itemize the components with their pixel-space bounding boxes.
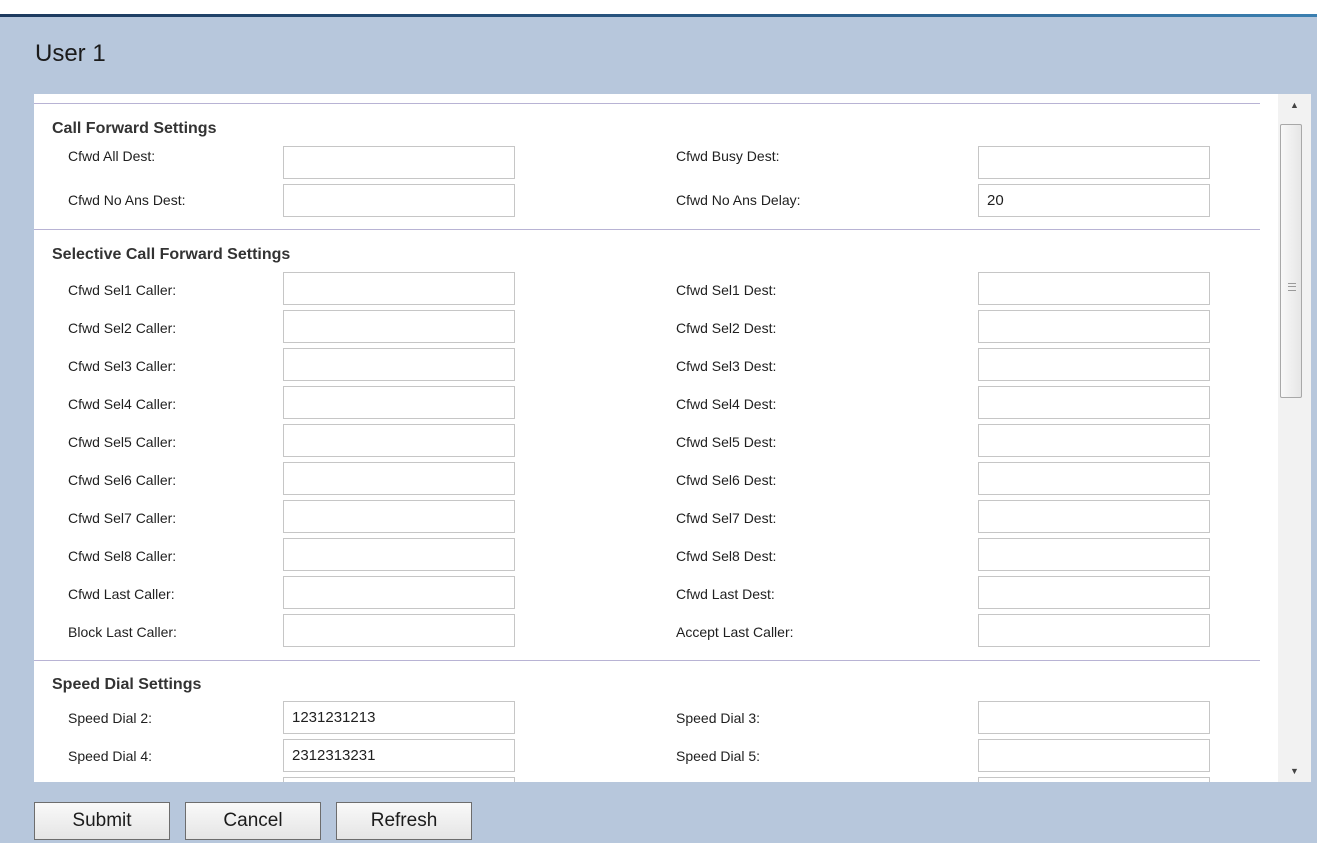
accept-last-caller-input[interactable]: [978, 614, 1210, 647]
label-cfwd-sel2-dest: Cfwd Sel2 Dest:: [676, 320, 777, 336]
scroll-up-arrow-icon[interactable]: ▲: [1278, 94, 1311, 116]
top-accent-line: [0, 14, 1317, 17]
block-last-caller-input[interactable]: [283, 614, 515, 647]
top-bar: [0, 0, 1317, 14]
section-title-selective-call-forward: Selective Call Forward Settings: [52, 246, 291, 263]
speed-dial-next-input[interactable]: [978, 777, 1210, 782]
label-cfwd-last-caller: Cfwd Last Caller:: [68, 586, 175, 602]
section-divider: [34, 660, 1260, 661]
speed-dial-3-input[interactable]: [978, 701, 1210, 734]
cfwd-sel6-caller-input[interactable]: [283, 462, 515, 495]
label-cfwd-sel1-dest: Cfwd Sel1 Dest:: [676, 282, 777, 298]
submit-button[interactable]: Submit: [34, 802, 170, 840]
label-cfwd-last-dest: Cfwd Last Dest:: [676, 586, 775, 602]
cfwd-last-dest-input[interactable]: [978, 576, 1210, 609]
cancel-button[interactable]: Cancel: [185, 802, 321, 840]
label-cfwd-sel8-caller: Cfwd Sel8 Caller:: [68, 548, 177, 564]
scrollbar-thumb[interactable]: [1280, 124, 1302, 398]
cfwd-no-ans-delay-input[interactable]: [978, 184, 1210, 217]
label-cfwd-busy-dest: Cfwd Busy Dest:: [676, 148, 780, 164]
refresh-button[interactable]: Refresh: [336, 802, 472, 840]
cfwd-all-dest-input[interactable]: [283, 146, 515, 179]
label-speed-dial-5: Speed Dial 5:: [676, 748, 761, 764]
label-cfwd-sel6-caller: Cfwd Sel6 Caller:: [68, 472, 177, 488]
label-cfwd-no-ans-delay: Cfwd No Ans Delay:: [676, 192, 801, 208]
section-divider: [34, 103, 1260, 104]
label-cfwd-sel1-caller: Cfwd Sel1 Caller:: [68, 282, 177, 298]
label-cfwd-sel6-dest: Cfwd Sel6 Dest:: [676, 472, 777, 488]
label-cfwd-sel4-dest: Cfwd Sel4 Dest:: [676, 396, 777, 412]
cfwd-sel2-caller-input[interactable]: [283, 310, 515, 343]
label-speed-dial-4: Speed Dial 4:: [68, 748, 153, 764]
label-cfwd-sel4-caller: Cfwd Sel4 Caller:: [68, 396, 177, 412]
label-cfwd-sel3-dest: Cfwd Sel3 Dest:: [676, 358, 777, 374]
vertical-scrollbar[interactable]: ▲ ▼: [1278, 94, 1311, 782]
cfwd-sel8-dest-input[interactable]: [978, 538, 1210, 571]
cfwd-sel4-dest-input[interactable]: [978, 386, 1210, 419]
label-cfwd-sel7-caller: Cfwd Sel7 Caller:: [68, 510, 177, 526]
label-cfwd-sel8-dest: Cfwd Sel8 Dest:: [676, 548, 777, 564]
speed-dial-5-input[interactable]: [978, 739, 1210, 772]
settings-panel: Call Forward Settings Cfwd All Dest: Cfw…: [34, 94, 1311, 782]
label-cfwd-sel5-dest: Cfwd Sel5 Dest:: [676, 434, 777, 450]
cfwd-sel5-dest-input[interactable]: [978, 424, 1210, 457]
label-block-last-caller: Block Last Caller:: [68, 624, 177, 640]
section-divider: [34, 229, 1260, 230]
cfwd-sel1-caller-input[interactable]: [283, 272, 515, 305]
label-cfwd-sel5-caller: Cfwd Sel5 Caller:: [68, 434, 177, 450]
label-cfwd-sel7-dest: Cfwd Sel7 Dest:: [676, 510, 777, 526]
section-title-speed-dial: Speed Dial Settings: [52, 676, 202, 693]
cfwd-sel2-dest-input[interactable]: [978, 310, 1210, 343]
cfwd-sel7-caller-input[interactable]: [283, 500, 515, 533]
cfwd-sel1-dest-input[interactable]: [978, 272, 1210, 305]
label-speed-dial-2: Speed Dial 2:: [68, 710, 153, 726]
cfwd-sel4-caller-input[interactable]: [283, 386, 515, 419]
speed-dial-next-input[interactable]: [283, 777, 515, 782]
cfwd-busy-dest-input[interactable]: [978, 146, 1210, 179]
cfwd-last-caller-input[interactable]: [283, 576, 515, 609]
settings-content: Call Forward Settings Cfwd All Dest: Cfw…: [34, 94, 1278, 782]
cfwd-sel7-dest-input[interactable]: [978, 500, 1210, 533]
speed-dial-2-input[interactable]: [283, 701, 515, 734]
scrollbar-grip-icon: [1288, 283, 1296, 291]
cfwd-sel3-dest-input[interactable]: [978, 348, 1210, 381]
label-accept-last-caller: Accept Last Caller:: [676, 624, 794, 640]
cfwd-sel3-caller-input[interactable]: [283, 348, 515, 381]
label-cfwd-sel2-caller: Cfwd Sel2 Caller:: [68, 320, 177, 336]
scroll-down-arrow-icon[interactable]: ▼: [1278, 760, 1311, 782]
label-cfwd-all-dest: Cfwd All Dest:: [68, 148, 156, 164]
cfwd-no-ans-dest-input[interactable]: [283, 184, 515, 217]
cfwd-sel5-caller-input[interactable]: [283, 424, 515, 457]
section-title-call-forward: Call Forward Settings: [52, 120, 217, 137]
label-cfwd-no-ans-dest: Cfwd No Ans Dest:: [68, 192, 186, 208]
page-title: User 1: [35, 40, 106, 67]
label-speed-dial-3: Speed Dial 3:: [676, 710, 761, 726]
cfwd-sel8-caller-input[interactable]: [283, 538, 515, 571]
label-cfwd-sel3-caller: Cfwd Sel3 Caller:: [68, 358, 177, 374]
cfwd-sel6-dest-input[interactable]: [978, 462, 1210, 495]
speed-dial-4-input[interactable]: [283, 739, 515, 772]
